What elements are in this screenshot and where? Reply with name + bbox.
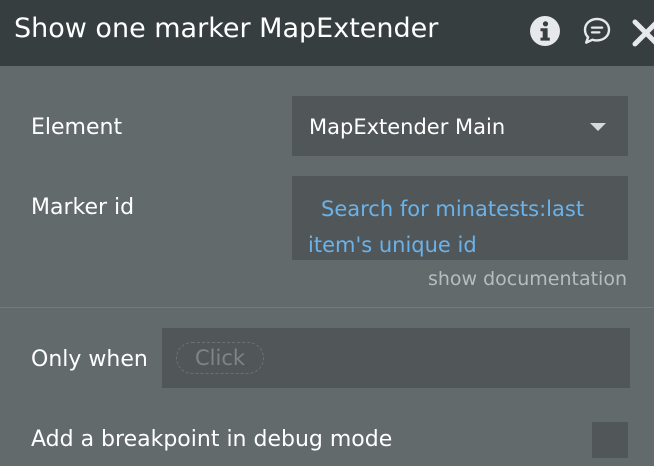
panel-title: Show one marker MapExtender [14,13,439,44]
element-dropdown-value: MapExtender Main [309,115,506,139]
show-documentation-link[interactable]: show documentation [428,266,627,292]
comment-icon[interactable] [581,15,613,47]
breakpoint-label: Add a breakpoint in debug mode [31,427,393,452]
only-when-label: Only when [31,347,148,372]
section-divider [0,307,654,308]
breakpoint-checkbox[interactable] [592,422,628,458]
panel-header: Show one marker MapExtender [0,0,654,66]
chevron-down-icon [590,123,606,131]
click-placeholder[interactable]: Click [176,342,265,374]
element-dropdown[interactable]: MapExtender Main [292,96,628,156]
element-label: Element [31,115,123,140]
only-when-condition-field[interactable]: Click [162,328,630,388]
close-icon[interactable] [630,17,654,49]
marker-id-label: Marker id [31,195,135,220]
marker-id-expression[interactable]: Search for minatests:last item's unique … [308,191,608,263]
info-icon[interactable] [529,15,561,47]
marker-id-expression-field[interactable]: Search for minatests:last item's unique … [292,176,628,260]
